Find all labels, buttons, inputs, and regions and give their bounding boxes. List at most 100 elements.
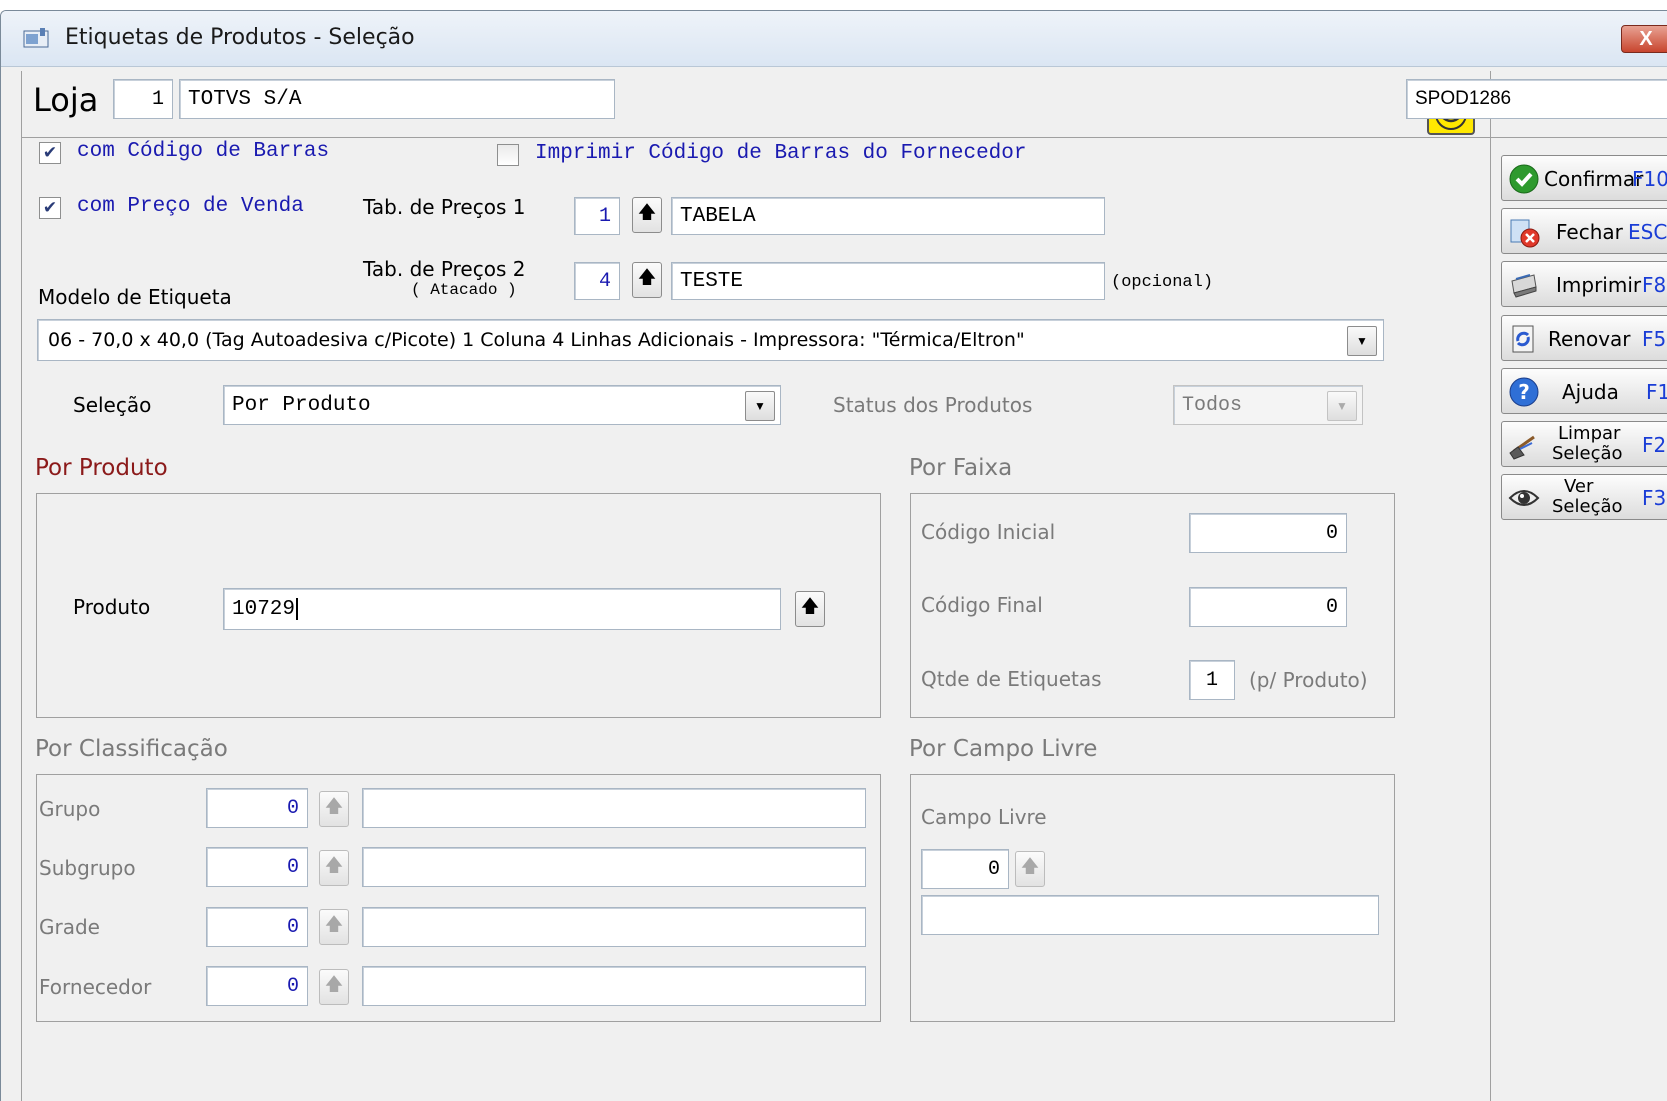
model-value: 06 - 70,0 x 40,0 (Tag Autoadesiva c/Pico…: [48, 329, 1025, 351]
campo-livre-lookup-button[interactable]: 🡅: [1015, 851, 1045, 887]
close-icon: X: [1639, 27, 1653, 50]
qty-input[interactable]: 1: [1189, 660, 1235, 700]
view-selection-button[interactable]: Ver Seleção F3: [1501, 474, 1667, 520]
grade-input[interactable]: 0: [206, 907, 308, 947]
selection-dropdown-button[interactable]: ▼: [745, 391, 775, 421]
barcode-checkbox[interactable]: ✔: [39, 142, 61, 164]
view-key: F3: [1642, 486, 1667, 510]
close-doc-icon: [1510, 219, 1540, 248]
text-cursor: [296, 598, 299, 620]
initial-code-input[interactable]: 0: [1189, 513, 1347, 553]
confirm-label: Confirmar: [1544, 167, 1644, 191]
supplier-barcode-checkbox[interactable]: [497, 144, 519, 166]
help-key: F1: [1646, 380, 1667, 404]
window: Etiquetas de Produtos - Seleção X Loja 1…: [0, 10, 1667, 1101]
price-table-2-code-input[interactable]: 4: [574, 262, 620, 300]
clear-selection-button[interactable]: Limpar Seleção F2: [1501, 421, 1667, 467]
up-arrow-icon: 🡅: [324, 974, 344, 994]
close-key: ESC: [1628, 220, 1667, 244]
barcode-label: com Código de Barras: [77, 140, 330, 163]
qty-hint: (p/ Produto): [1249, 668, 1368, 692]
view-label-1: Ver: [1564, 476, 1594, 497]
subgrupo-input[interactable]: 0: [206, 847, 308, 887]
qty-label: Qtde de Etiquetas: [921, 667, 1102, 691]
refresh-key: F5: [1642, 327, 1667, 351]
view-label-2: Seleção: [1552, 496, 1623, 517]
subgrupo-label: Subgrupo: [39, 856, 136, 880]
broom-icon: [1509, 435, 1535, 460]
initial-code-label: Código Inicial: [921, 520, 1056, 544]
price-table-2-hint: (opcional): [1111, 273, 1214, 292]
help-icon: ?: [1509, 377, 1539, 407]
price-table-1-name-field: TABELA: [671, 197, 1105, 235]
price-checkbox[interactable]: ✔: [39, 197, 61, 219]
up-arrow-icon: 🡅: [324, 796, 344, 816]
app-icon: [23, 28, 49, 48]
divider: [21, 137, 1491, 138]
confirm-key: F10: [1632, 167, 1667, 191]
up-arrow-icon: 🡅: [324, 914, 344, 934]
product-label: Produto: [73, 595, 151, 619]
help-button[interactable]: ? Ajuda F1: [1501, 368, 1667, 414]
close-window-button[interactable]: X: [1621, 25, 1667, 53]
confirm-button[interactable]: Confirmar F10: [1501, 155, 1667, 201]
loja-name-field: TOTVS S/A: [179, 79, 615, 119]
clear-key: F2: [1642, 433, 1667, 457]
chevron-down-icon: ▼: [754, 399, 766, 413]
subgrupo-lookup-button[interactable]: 🡅: [319, 850, 349, 886]
price-table-1-code-input[interactable]: 1: [574, 197, 620, 235]
printer-icon: [1511, 274, 1537, 298]
clear-label-1: Limpar: [1558, 423, 1621, 444]
refresh-label: Renovar: [1548, 327, 1631, 351]
selection-value: Por Produto: [232, 393, 371, 417]
final-code-label: Código Final: [921, 593, 1043, 617]
grupo-label: Grupo: [39, 797, 101, 821]
grade-desc-field: [362, 907, 866, 947]
print-button[interactable]: Imprimir F8: [1501, 261, 1667, 307]
chevron-down-icon: ▼: [1356, 334, 1368, 348]
up-arrow-icon: 🡅: [800, 596, 820, 616]
grade-lookup-button[interactable]: 🡅: [319, 909, 349, 945]
product-input[interactable]: 10729: [223, 588, 781, 630]
price-table-1-label: Tab. de Preços 1: [363, 195, 526, 219]
price-table-2-name-field: TESTE: [671, 262, 1105, 300]
por-produto-title: Por Produto: [35, 455, 168, 481]
model-select[interactable]: 06 - 70,0 x 40,0 (Tag Autoadesiva c/Pico…: [37, 319, 1384, 361]
price-table-2-sublabel: ( Atacado ): [411, 281, 517, 299]
grupo-input[interactable]: 0: [206, 788, 308, 828]
price-table-2-lookup-button[interactable]: 🡅: [632, 262, 662, 298]
por-classificacao-title: Por Classificação: [35, 736, 228, 762]
product-lookup-button[interactable]: 🡅: [795, 591, 825, 627]
fornecedor-input[interactable]: 0: [206, 966, 308, 1006]
campo-livre-input[interactable]: 0: [921, 849, 1009, 889]
campo-livre-desc-field: [921, 895, 1379, 935]
por-faixa-title: Por Faixa: [909, 455, 1013, 481]
price-table-2-label: Tab. de Preços 2: [363, 257, 526, 281]
status-label: Status dos Produtos: [833, 393, 1033, 417]
svg-text:?: ?: [1518, 380, 1530, 404]
model-dropdown-button[interactable]: ▼: [1347, 326, 1377, 356]
clear-label-2: Seleção: [1552, 443, 1623, 464]
fornecedor-desc-field: [362, 966, 866, 1006]
up-arrow-icon: 🡅: [324, 855, 344, 875]
fornecedor-label: Fornecedor: [39, 975, 152, 999]
check-icon: ✔: [42, 198, 58, 217]
subgrupo-desc-field: [362, 847, 866, 887]
supplier-barcode-label: Imprimir Código de Barras do Fornecedor: [535, 142, 1027, 165]
print-key: F8: [1642, 273, 1667, 297]
up-arrow-icon: 🡅: [1020, 856, 1040, 876]
refresh-button[interactable]: Renovar F5: [1501, 315, 1667, 361]
grade-label: Grade: [39, 915, 100, 939]
final-code-input[interactable]: 0: [1189, 587, 1347, 627]
selection-select[interactable]: Por Produto: [223, 385, 781, 425]
chevron-down-icon: ▼: [1336, 399, 1348, 413]
status-dropdown-button[interactable]: ▼: [1327, 391, 1357, 421]
loja-code-input[interactable]: 1: [113, 79, 173, 119]
grupo-desc-field: [362, 788, 866, 828]
price-table-1-lookup-button[interactable]: 🡅: [632, 197, 662, 233]
model-label: Modelo de Etiqueta: [38, 285, 232, 309]
close-button[interactable]: Fechar ESC: [1501, 208, 1667, 254]
machine-field: SPOD1286: [1406, 79, 1667, 119]
grupo-lookup-button[interactable]: 🡅: [319, 791, 349, 827]
fornecedor-lookup-button[interactable]: 🡅: [319, 969, 349, 1005]
